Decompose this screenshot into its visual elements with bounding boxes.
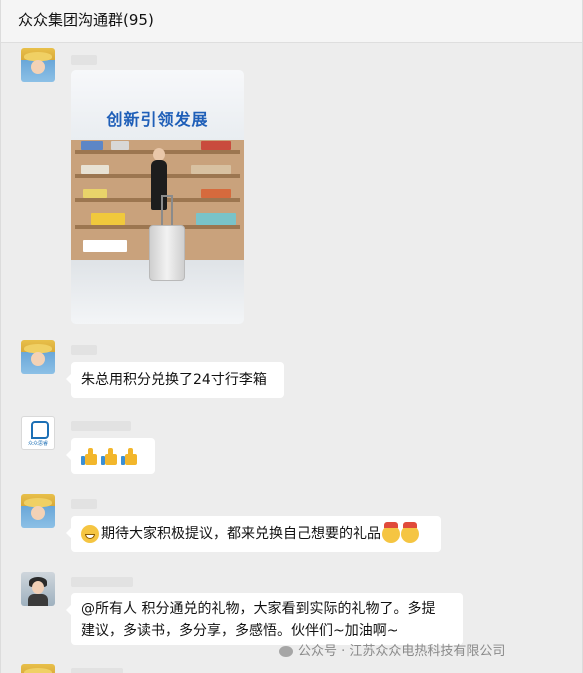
- chat-header: 众众集团沟通群(95): [1, 0, 582, 43]
- avatar[interactable]: [21, 664, 55, 673]
- thumbs-up-icon: [101, 448, 119, 466]
- message-bubble[interactable]: [66, 438, 155, 474]
- party-face-icon: [382, 522, 400, 543]
- wechat-icon: [279, 646, 293, 657]
- watermark: 公众号 · 江苏众众电热科技有限公司: [279, 640, 505, 659]
- message-bubble[interactable]: @所有人 积分通兑的礼物，大家看到实际的礼物了。多提 建议，多读书，多分享，多感…: [66, 593, 463, 645]
- sender-name-blurred: [71, 577, 133, 587]
- avatar[interactable]: [21, 572, 55, 606]
- avatar[interactable]: [21, 48, 55, 82]
- message-bubble[interactable]: 朱总用积分兑换了24寸行李箱: [66, 362, 284, 398]
- company-logo-avatar[interactable]: 众众思睿: [21, 416, 55, 450]
- sender-name-blurred: [71, 345, 97, 355]
- message-bubble[interactable]: 期待大家积极提议，都来兑换自己想要的礼品: [66, 516, 441, 552]
- message-text-line: 建议，多读书，多分享，多感悟。伙伴们~加油啊~: [81, 623, 399, 639]
- group-title[interactable]: 众众集团沟通群(95): [18, 9, 154, 30]
- chat-window: 众众集团沟通群(95) 创新引领发展 朱总用积分兑换了24寸行李箱 众众思睿 期…: [0, 0, 583, 673]
- party-face-icon: [401, 522, 419, 543]
- logo-text: 众众思睿: [27, 441, 48, 447]
- sender-name-blurred: [71, 668, 123, 673]
- avatar[interactable]: [21, 494, 55, 528]
- message-photo[interactable]: 创新引领发展: [71, 70, 244, 324]
- sender-name-blurred: [71, 55, 97, 65]
- thumbs-up-icon: [81, 448, 99, 466]
- photo-banner-text: 创新引领发展: [106, 110, 209, 129]
- watermark-text: 公众号 · 江苏众众电热科技有限公司: [298, 644, 506, 659]
- suitcase: [149, 225, 185, 281]
- thumbs-up-icon: [121, 448, 139, 466]
- sender-name-blurred: [71, 421, 131, 431]
- avatar[interactable]: [21, 340, 55, 374]
- message-text: 朱总用积分兑换了24寸行李箱: [81, 372, 267, 388]
- message-text: 期待大家积极提议，都来兑换自己想要的礼品: [101, 526, 381, 542]
- message-text-line: @所有人 积分通兑的礼物，大家看到实际的礼物了。多提: [81, 601, 436, 617]
- sender-name-blurred: [71, 499, 97, 509]
- grin-emoji-icon: [81, 525, 99, 543]
